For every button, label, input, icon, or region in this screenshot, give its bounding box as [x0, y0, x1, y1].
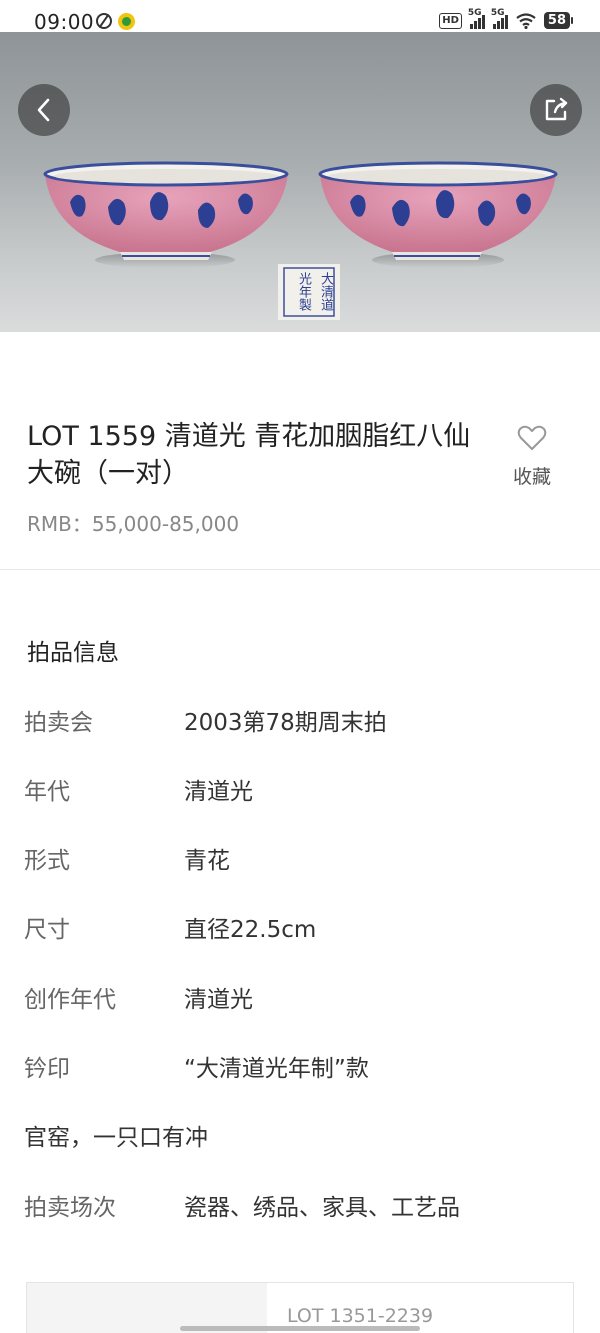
seal-char: 清 [318, 285, 333, 298]
info-row-auction: 拍卖会 2003第78期周末拍 [0, 703, 600, 743]
seal-char: 大 [318, 272, 333, 285]
wifi-icon [516, 12, 536, 29]
info-row-seal: 钤印 “大清道光年制”款 [0, 1049, 600, 1089]
battery-icon: 58 [543, 12, 574, 29]
info-note-text: 官窑，一只口有冲 [24, 1125, 208, 1151]
info-label: 尺寸 [24, 917, 70, 943]
reign-seal-mark: 大 清 道 光 年 製 [288, 272, 333, 314]
info-label: 年代 [24, 779, 70, 805]
info-note: 官窑，一只口有冲 [0, 1118, 600, 1158]
chevron-left-icon [37, 98, 50, 122]
divider [0, 569, 600, 570]
sync-icon [96, 13, 112, 29]
share-icon [545, 97, 568, 121]
share-button[interactable] [530, 84, 582, 136]
signal-icon: 5G [491, 8, 508, 29]
info-row-session: 拍卖场次 瓷器、绣品、家具、工艺品 [0, 1188, 600, 1228]
info-row-era: 年代 清道光 [0, 772, 600, 812]
info-label: 拍卖会 [24, 710, 93, 736]
price-estimate: RMB：55,000-85,000 [27, 512, 240, 536]
info-row-size: 尺寸 直径22.5cm [0, 910, 600, 950]
favorite-label: 收藏 [512, 466, 551, 488]
info-value: 清道光 [184, 779, 253, 805]
seal-char: 製 [296, 298, 311, 311]
status-right: HD 5G 5G 58 [439, 8, 574, 29]
seal-char: 光 [296, 272, 311, 285]
favorite-button[interactable]: 收藏 [508, 424, 556, 489]
lot-range-label: LOT 1351-2239 [287, 1305, 434, 1327]
lot-title: LOT 1559 清道光 青花加胭脂红八仙大碗（一对） [27, 421, 471, 489]
app-notification-icon [118, 13, 135, 30]
seal-char: 年 [296, 285, 311, 298]
signal-icon: 5G [468, 8, 485, 29]
info-value[interactable]: 2003第78期周末拍 [184, 703, 387, 737]
info-value: 直径22.5cm [184, 917, 317, 943]
seal-char: 道 [318, 298, 333, 311]
section-title: 拍品信息 [27, 640, 119, 666]
info-value: “大清道光年制”款 [184, 1056, 369, 1082]
info-label: 钤印 [24, 1056, 70, 1082]
network-label: 5G [490, 7, 505, 18]
info-value: 青花 [184, 848, 230, 874]
lot-image[interactable]: 大 清 道 光 年 製 [0, 32, 600, 332]
info-row-form: 形式 青花 [0, 841, 600, 881]
page: 09:00 HD 5G 5G 58 大 清 道 光 年 製 LOT 1559 清… [0, 0, 600, 1333]
back-button[interactable] [18, 84, 70, 136]
info-label: 形式 [24, 848, 70, 874]
info-value: 清道光 [184, 987, 253, 1013]
heart-icon [517, 425, 547, 450]
home-indicator[interactable] [180, 1326, 420, 1331]
info-row-creation-era: 创作年代 清道光 [0, 980, 600, 1020]
info-label: 拍卖场次 [24, 1195, 116, 1221]
status-time: 09:00 [34, 10, 95, 34]
info-value[interactable]: 瓷器、绣品、家具、工艺品 [184, 1188, 460, 1222]
status-left-icons [96, 13, 135, 30]
network-label: 5G [467, 7, 482, 18]
info-label: 创作年代 [24, 987, 116, 1013]
hd-icon: HD [439, 12, 462, 29]
